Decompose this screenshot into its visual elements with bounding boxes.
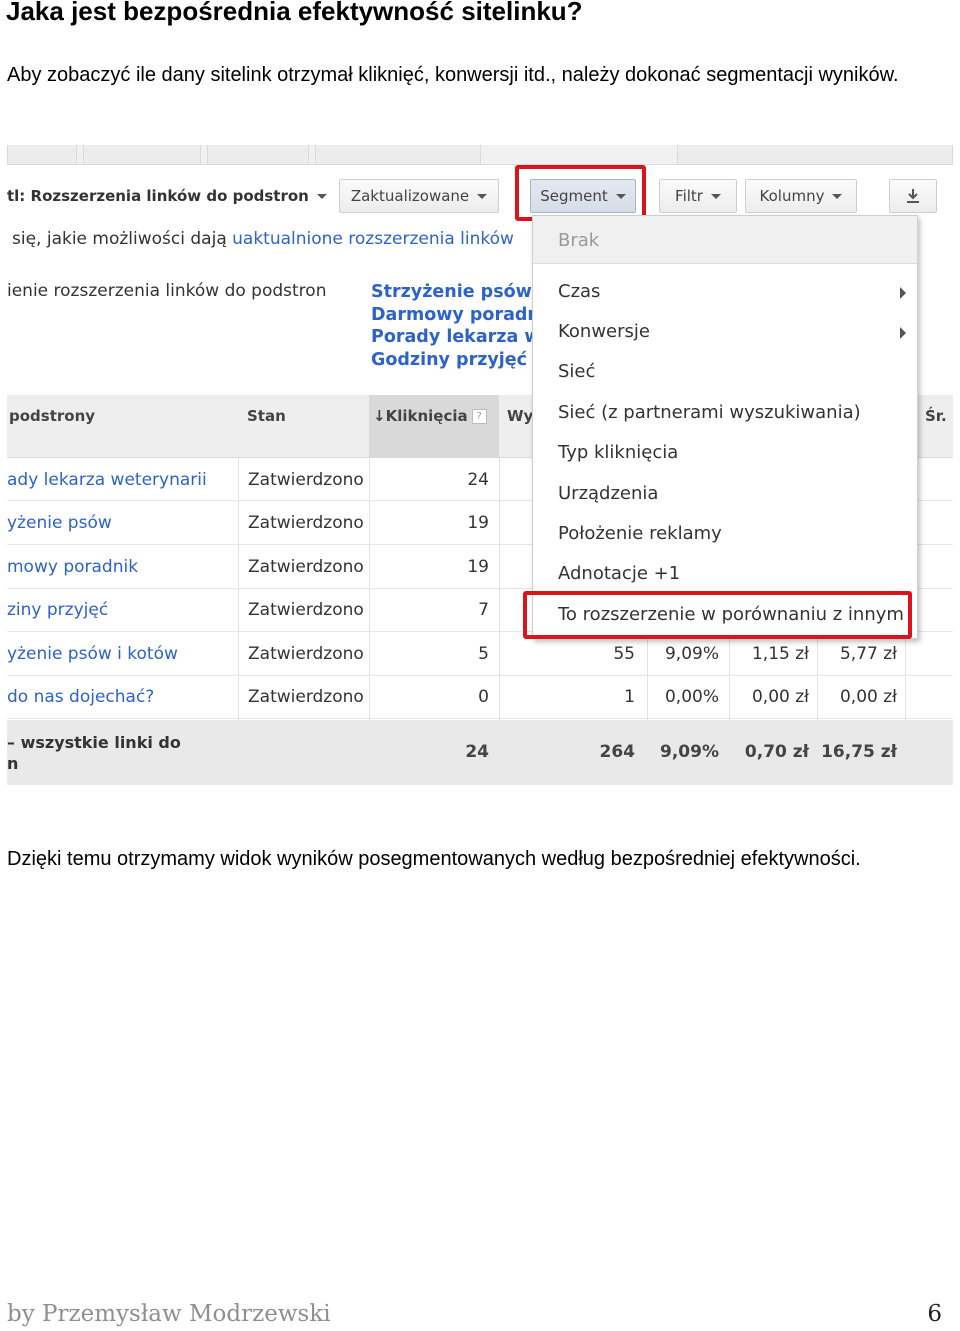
filtr-label: Filtr xyxy=(675,187,703,205)
sitelink-preview-item[interactable]: Godziny przyjęć xyxy=(371,349,541,372)
sort-arrow-icon: ↓ xyxy=(373,407,386,425)
cost-cell: 5,77 zł xyxy=(839,644,897,664)
info-message-text: się, jakie możliwości dają xyxy=(12,229,233,249)
cpc-cell: 1,15 zł xyxy=(751,644,809,664)
clicks-cell: 0 xyxy=(478,687,489,707)
segment-option-siec-partnerzy[interactable]: Sieć (z partnerami wyszukiwania) xyxy=(558,402,861,423)
status-cell: Zatwierdzono xyxy=(248,470,364,490)
help-icon[interactable]: ? xyxy=(471,409,487,424)
sitelink-name[interactable]: yżenie psów i kotów xyxy=(7,644,178,664)
status-cell: Zatwierdzono xyxy=(248,557,364,577)
outro-paragraph: Dzięki temu otrzymamy widok wyników pose… xyxy=(7,848,861,870)
submenu-arrow-icon xyxy=(900,327,906,339)
column-header-wy[interactable]: Wy xyxy=(507,407,533,425)
column-divider xyxy=(369,458,370,720)
submenu-arrow-icon xyxy=(900,287,906,299)
sorted-column-bg xyxy=(369,395,499,458)
info-message: się, jakie możliwości dają uaktualnione … xyxy=(12,229,514,249)
totals-label-line: n xyxy=(7,754,19,773)
sitelink-name[interactable]: ziny przyjęć xyxy=(7,600,108,620)
totals-clicks: 24 xyxy=(465,742,489,762)
chevron-down-icon xyxy=(316,194,327,199)
filtr-button[interactable]: Filtr xyxy=(659,179,737,213)
clicks-cell: 19 xyxy=(467,557,489,577)
segment-option-konwersje[interactable]: Konwersje xyxy=(558,321,650,342)
ctr-cell: 0,00% xyxy=(664,687,719,707)
segment-option-siec[interactable]: Sieć xyxy=(558,361,595,382)
impressions-cell: 55 xyxy=(613,644,635,664)
cost-cell: 0,00 zł xyxy=(839,687,897,707)
clicks-cell: 5 xyxy=(478,644,489,664)
tabs-strip xyxy=(7,145,953,165)
page-title: Jaka jest bezpośrednia efektywność sitel… xyxy=(6,0,583,26)
tab[interactable] xyxy=(7,145,77,165)
totals-cpc: 0,70 zł xyxy=(744,742,809,762)
segment-option-urzadzenia[interactable]: Urządzenia xyxy=(558,483,658,504)
sitelink-name[interactable]: mowy poradnik xyxy=(7,557,138,577)
sitelink-preview-item[interactable]: Darmowy poradn xyxy=(371,304,541,327)
status-cell: Zatwierdzono xyxy=(248,600,364,620)
totals-label-line: – wszystkie linki do xyxy=(7,733,181,752)
view-selector-label: tl: Rozszerzenia linków do podstron xyxy=(7,187,309,205)
sitelink-preview-item[interactable]: Porady lekarza w xyxy=(371,326,541,349)
segment-dropdown-menu: Brak Czas Konwersje Sieć Sieć (z partner… xyxy=(532,215,918,639)
column-header-sr[interactable]: Śr. xyxy=(925,407,947,425)
totals-label: – wszystkie linki do n xyxy=(7,732,181,774)
sitelink-name[interactable]: yżenie psów xyxy=(7,513,112,533)
column-header-klikniecia[interactable]: ↓Kliknięcia? xyxy=(373,407,487,425)
ctr-cell: 9,09% xyxy=(664,644,719,664)
sitelink-name[interactable]: ady lekarza weterynarii xyxy=(7,470,207,490)
clicks-cell: 7 xyxy=(478,600,489,620)
status-cell: Zatwierdzono xyxy=(248,687,364,707)
tab[interactable] xyxy=(677,145,953,165)
segment-option-none[interactable]: Brak xyxy=(558,230,599,251)
sitelink-preview: Strzyżenie psów Darmowy poradn Porady le… xyxy=(371,281,541,371)
kolumny-label: Kolumny xyxy=(759,187,825,205)
download-icon xyxy=(907,189,919,203)
adwords-screenshot: tl: Rozszerzenia linków do podstron Zakt… xyxy=(7,145,953,785)
status-cell: Zatwierdzono xyxy=(248,513,364,533)
tab[interactable] xyxy=(315,145,481,165)
totals-impressions: 264 xyxy=(599,742,636,762)
column-header-stan[interactable]: Stan xyxy=(247,407,286,425)
status-cell: Zatwierdzono xyxy=(248,644,364,664)
totals-cost: 16,75 zł xyxy=(821,742,897,762)
clicks-cell: 19 xyxy=(467,513,489,533)
segment-option-typ-klikniecia[interactable]: Typ kliknięcia xyxy=(558,442,678,463)
kolumny-button[interactable]: Kolumny xyxy=(745,179,857,213)
chevron-down-icon xyxy=(832,193,843,199)
segment-option-polozenie[interactable]: Położenie reklamy xyxy=(558,523,722,544)
extension-label: ienie rozszerzenia linków do podstron xyxy=(7,281,327,301)
view-selector[interactable]: tl: Rozszerzenia linków do podstron xyxy=(7,187,327,205)
footer-author: by Przemysław Modrzewski xyxy=(7,1301,331,1327)
segment-option-czas[interactable]: Czas xyxy=(558,281,600,302)
sitelink-preview-item[interactable]: Strzyżenie psów xyxy=(371,281,541,304)
page-number: 6 xyxy=(927,1301,942,1327)
column-header-klikniecia-label: Kliknięcia xyxy=(385,407,468,425)
zaktualizowane-dropdown[interactable]: Zaktualizowane xyxy=(339,179,499,213)
clicks-cell: 24 xyxy=(467,470,489,490)
impressions-cell: 1 xyxy=(624,687,635,707)
chevron-down-icon xyxy=(477,193,488,199)
column-divider xyxy=(499,458,500,720)
chevron-down-icon xyxy=(710,193,721,199)
tab[interactable] xyxy=(83,145,201,165)
intro-paragraph: Aby zobaczyć ile dany sitelink otrzymał … xyxy=(7,64,899,86)
tab[interactable] xyxy=(207,145,309,165)
download-button[interactable] xyxy=(889,179,937,213)
totals-ctr: 9,09% xyxy=(660,742,719,762)
zaktualizowane-label: Zaktualizowane xyxy=(350,187,470,205)
info-message-link[interactable]: uaktualnione rozszerzenia linków xyxy=(232,229,514,249)
column-divider xyxy=(238,458,239,720)
segment-highlight xyxy=(515,165,646,221)
option-highlight xyxy=(523,591,912,639)
cpc-cell: 0,00 zł xyxy=(751,687,809,707)
segment-option-adnotacje[interactable]: Adnotacje +1 xyxy=(558,563,680,584)
column-header-podstrony[interactable]: podstrony xyxy=(9,407,95,425)
sitelink-name[interactable]: do nas dojechać? xyxy=(7,687,154,707)
